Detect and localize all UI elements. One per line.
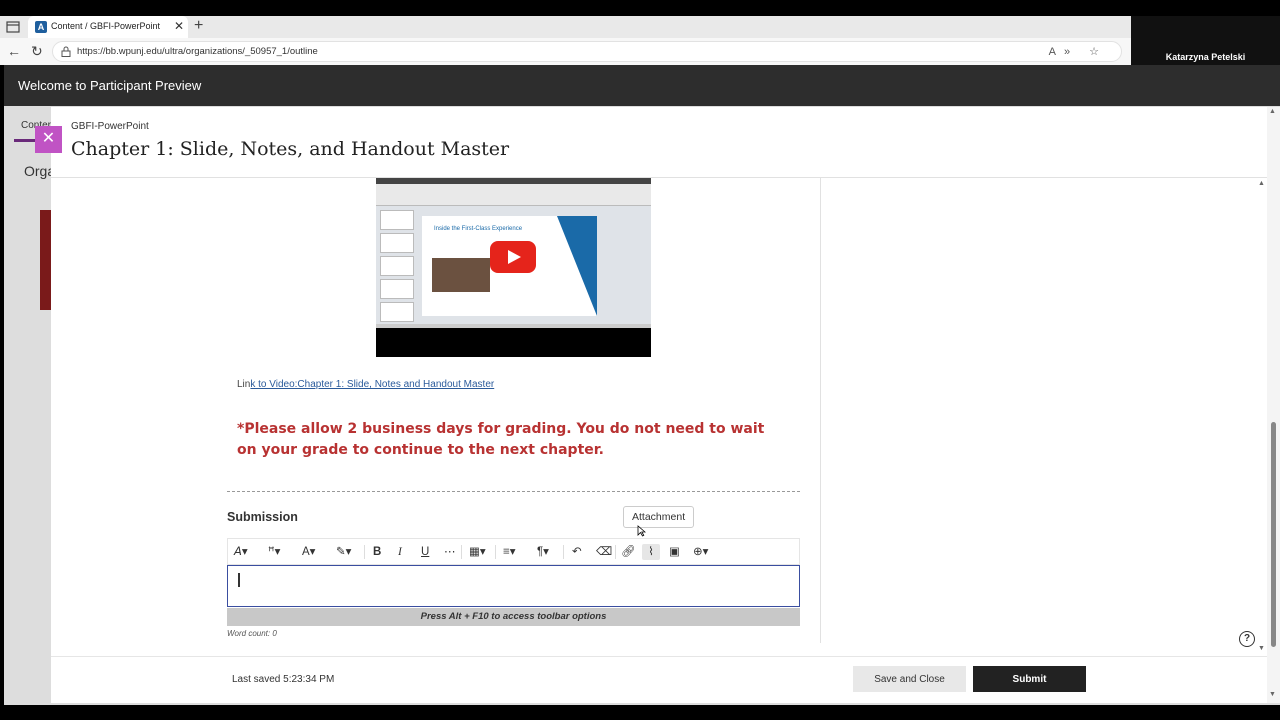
close-panel-button[interactable]: ✕ [35,126,62,153]
panel-scrollbar[interactable]: ▲ ▼ [1267,107,1280,703]
inner-scroll-up-icon[interactable]: ▲ [1258,180,1265,187]
video-ribbon-top [376,178,651,184]
url-text[interactable]: https://bb.wpunj.edu/ultra/organizations… [77,46,318,57]
editor-toolbar: 𝘈▾ ꟸ▾ A▾ ✎▾ B I U ⋯ ▦▾ ≡▾ ¶▾ ↶ ⌫ 🔗︎ ⌇ ▣ … [227,538,800,565]
last-saved-status: Last saved 5:23:34 PM [232,674,335,685]
submit-button[interactable]: Submit [973,666,1086,692]
help-icon[interactable]: ? [1239,631,1255,647]
slide-heading: Inside the First-Class Experience [434,226,523,232]
tab-title: Content / GBFI-PowerPoint [51,21,161,31]
eraser-icon[interactable]: ⌫ [596,544,612,560]
video-thumbnail [380,256,414,276]
window-menu-icon[interactable] [6,20,20,34]
header-divider [51,177,1267,178]
toolbar-divider [563,545,564,559]
more-formatting-icon[interactable]: ⋯ [444,544,456,560]
video-thumbnail [380,233,414,253]
text-color-icon[interactable]: ✎▾ [336,544,351,560]
browser-tab[interactable]: A Content / GBFI-PowerPoint ✕ [28,16,188,38]
video-link-line: Link to Video:Chapter 1: Slide, Notes an… [237,379,494,390]
text-style-icon[interactable]: 𝘈▾ [234,544,248,560]
attachment-tooltip: Attachment [623,506,695,528]
reload-icon[interactable]: ↻ [31,43,43,60]
italic-icon[interactable]: I [398,544,402,560]
grading-note: *Please allow 2 business days for gradin… [237,421,765,458]
video-slide-thumbnails [380,210,418,322]
toolbar-hint: Press Alt + F10 to access toolbar option… [227,608,800,626]
slide-decoration [557,216,597,316]
embedded-video[interactable]: Inside the First-Class Experience [376,178,651,357]
video-thumbnail [380,210,414,230]
youtube-play-icon[interactable] [490,241,536,273]
lock-icon[interactable] [61,46,71,57]
page-title: Chapter 1: Slide, Notes, and Handout Mas… [71,138,510,160]
section-divider [227,491,800,492]
undo-icon[interactable]: ↶ [572,544,582,560]
toolbar-divider [461,545,462,559]
submission-editor[interactable] [227,565,800,607]
browser-tabstrip: A Content / GBFI-PowerPoint ✕ + [0,16,1131,38]
mouse-cursor-icon [637,525,646,537]
scroll-down-icon[interactable]: ▼ [1269,691,1276,698]
assignment-panel: GBFI-PowerPoint Chapter 1: Slide, Notes,… [51,107,1280,703]
video-thumbnail [380,279,414,299]
breadcrumb: GBFI-PowerPoint [71,121,149,132]
preview-banner: Welcome to Participant Preview [4,65,1280,106]
blackboard-favicon-icon: A [35,21,47,33]
word-count: Word count: 0 [227,629,277,638]
presenter-name: Katarzyna Petelski [1165,52,1246,62]
toolbar-divider [495,545,496,559]
add-content-icon[interactable]: ⊕▾ [693,544,708,560]
video-link[interactable]: k to Video:Chapter 1: Slide, Notes and H… [250,379,494,390]
align-icon[interactable]: ≡▾ [503,544,515,560]
toolbar-divider [364,545,365,559]
font-size-icon[interactable]: A▾ [302,544,315,560]
paragraph-format-icon[interactable]: ꟸ▾ [268,544,280,560]
browser-toolbar: ← ↻ https://bb.wpunj.edu/ultra/organizat… [0,38,1131,65]
slide-photo [432,258,490,292]
video-statusbar [376,324,651,328]
link-icon[interactable]: 🔗︎ [621,544,636,560]
table-icon[interactable]: ▦▾ [469,544,486,560]
tab-close-icon[interactable]: ✕ [174,19,184,33]
video-ribbon [376,178,651,206]
read-aloud-and-favorite-icons[interactable]: A» ☆ [1049,45,1107,58]
inner-scroll-down-icon[interactable]: ▼ [1258,645,1265,652]
toolbar-divider [615,545,616,559]
play-triangle [508,250,521,264]
underline-icon[interactable]: U [421,544,429,560]
screen: A Content / GBFI-PowerPoint ✕ + ← ↻ http… [0,0,1280,720]
preview-banner-title: Welcome to Participant Preview [18,78,202,93]
save-and-close-button[interactable]: Save and Close [853,666,966,692]
insert-image-icon[interactable]: ▣ [669,544,680,560]
scrollbar-thumb[interactable] [1271,422,1276,647]
paragraph-icon[interactable]: ¶▾ [537,544,549,560]
address-bar[interactable]: https://bb.wpunj.edu/ultra/organizations… [52,41,1122,62]
video-thumbnail [380,302,414,322]
new-tab-plus-icon[interactable]: + [194,17,203,35]
text-caret [238,573,240,587]
column-divider [820,178,821,643]
back-arrow-icon[interactable]: ← [7,43,21,59]
panel-footer: Last saved 5:23:34 PM Save and Close Sub… [51,656,1267,703]
scroll-up-icon[interactable]: ▲ [1269,108,1276,115]
video-link-prefix: Lin [237,379,251,390]
bold-icon[interactable]: B [373,544,381,560]
attachment-icon[interactable]: ⌇ [642,544,660,560]
submission-heading: Submission [227,510,298,524]
